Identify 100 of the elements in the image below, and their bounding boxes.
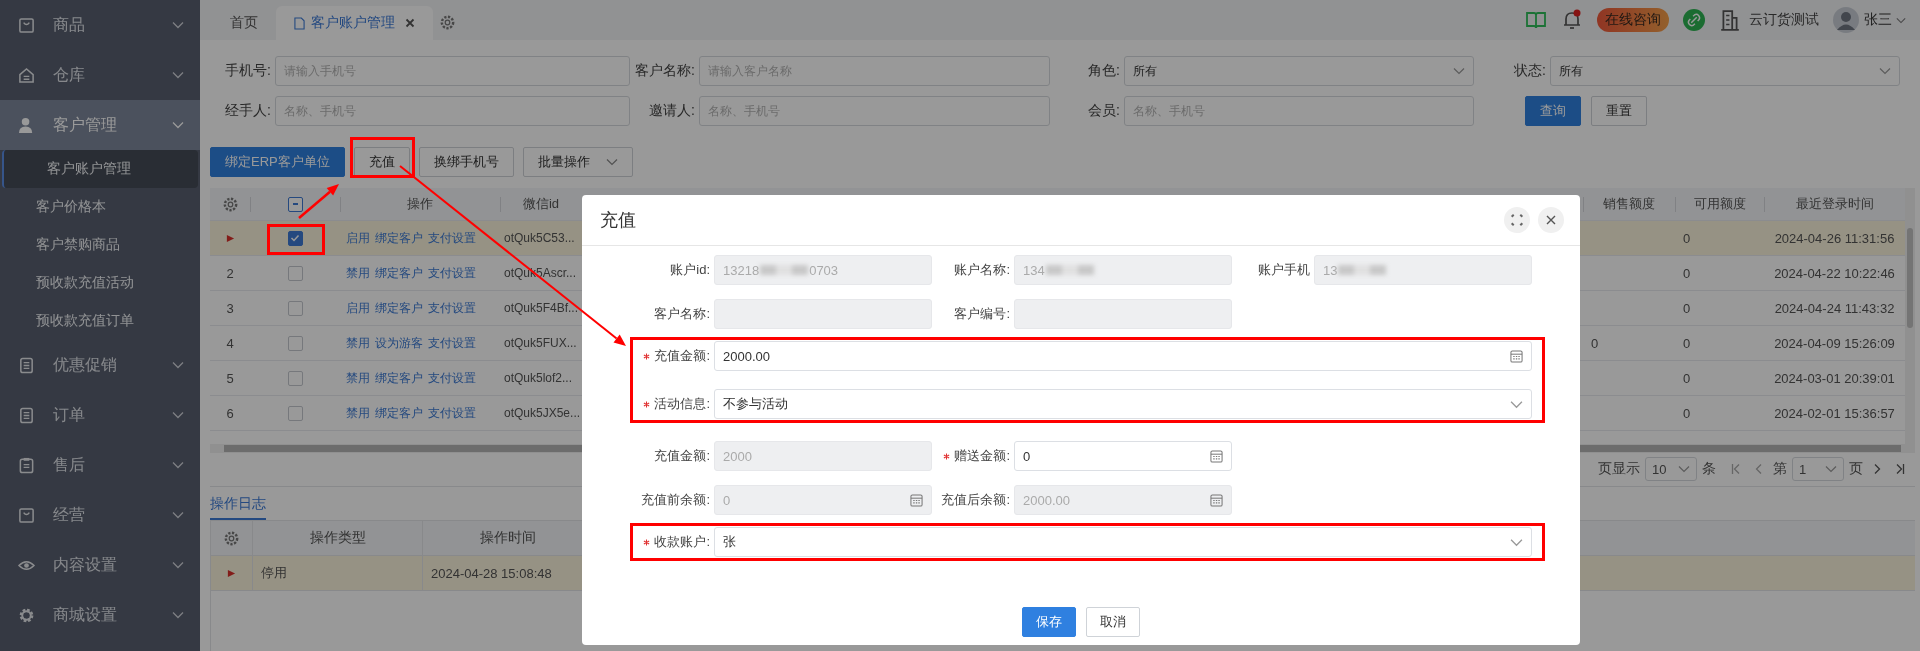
row-action-link[interactable]: 禁用 xyxy=(346,334,370,352)
sidebar-item[interactable]: 内容设置 xyxy=(0,540,200,590)
select-all-checkbox[interactable] xyxy=(287,196,303,212)
select-field[interactable]: 张 xyxy=(714,527,1532,557)
sidebar-label: 订单 xyxy=(53,404,86,425)
row-action-link[interactable]: 绑定客户 xyxy=(375,264,423,282)
avatar[interactable] xyxy=(1833,7,1859,33)
bag-icon xyxy=(18,506,35,524)
row-action-link[interactable]: 启用 xyxy=(346,299,370,317)
column-header[interactable]: 操作 xyxy=(407,195,433,213)
select-field[interactable]: 不参与活动 xyxy=(714,389,1532,419)
dialog-button[interactable]: 保存 xyxy=(1022,607,1076,637)
chevron-icon xyxy=(1510,536,1523,549)
caret-icon[interactable] xyxy=(1896,16,1906,24)
toolbar-button[interactable]: 换绑手机号 xyxy=(418,147,514,177)
row-action-link[interactable]: 禁用 xyxy=(346,369,370,387)
row-checkbox[interactable] xyxy=(287,230,303,246)
row-checkbox[interactable] xyxy=(287,265,303,281)
filter-button[interactable]: 重置 xyxy=(1591,96,1647,126)
input-field[interactable]: 2000.00 xyxy=(714,341,1532,371)
settings-icon[interactable] xyxy=(221,195,239,213)
page-select[interactable]: 1 xyxy=(1792,457,1844,481)
column-header[interactable]: 销售额度 xyxy=(1603,195,1655,213)
page-size-select[interactable]: 10 xyxy=(1645,457,1697,481)
table-cell: 2024-03-01 20:39:01 xyxy=(1774,370,1895,386)
table-cell: otQuk5F4Bf... xyxy=(504,301,579,315)
table-cell: 2024-04-24 11:43:32 xyxy=(1774,300,1895,316)
table-cell: 0 xyxy=(1683,370,1691,386)
row-action-link[interactable]: 设为游客 xyxy=(375,334,423,352)
row-checkbox[interactable] xyxy=(287,405,303,421)
row-action-link[interactable]: 绑定客户 xyxy=(375,229,423,247)
dialog-button[interactable]: 取消 xyxy=(1086,607,1140,637)
sidebar-item[interactable]: 订单 xyxy=(0,390,200,440)
table-cell: 0 xyxy=(1683,405,1691,421)
sidebar-item[interactable]: 客户管理 xyxy=(0,100,200,150)
consult-button[interactable]: 在线咨询 xyxy=(1597,8,1669,32)
redaction-blur xyxy=(760,265,809,275)
sidebar-item[interactable]: 仓库 xyxy=(0,50,200,100)
filter-select[interactable]: 所有 xyxy=(1124,56,1474,86)
next-page-icon[interactable] xyxy=(1872,463,1882,475)
column-header[interactable]: 操作类型 xyxy=(309,529,366,547)
clipboard-icon xyxy=(18,456,35,474)
row-action-link[interactable]: 绑定客户 xyxy=(375,404,423,422)
row-checkbox[interactable] xyxy=(287,335,303,351)
filter-label: 客户名称: xyxy=(634,61,696,80)
row-number: 6 xyxy=(226,405,234,421)
bell-icon[interactable] xyxy=(1561,9,1583,31)
row-action-link[interactable]: 绑定客户 xyxy=(375,299,423,317)
sidebar-subitem[interactable]: 预收款充值活动 xyxy=(0,264,200,302)
row-action-link[interactable]: 支付设置 xyxy=(428,369,476,387)
vertical-scrollbar[interactable] xyxy=(1905,188,1915,444)
sidebar-item[interactable]: 商品 xyxy=(0,0,200,50)
link-icon[interactable] xyxy=(1683,9,1705,31)
sidebar-subitem[interactable]: 客户账户管理 xyxy=(2,150,198,188)
filter-label: 状态: xyxy=(1513,61,1547,80)
fullscreen-button[interactable] xyxy=(1504,207,1530,233)
sidebar-item[interactable]: 售后 xyxy=(0,440,200,490)
sidebar-subitem[interactable]: 客户禁购商品 xyxy=(0,226,200,264)
filter-button[interactable]: 查询 xyxy=(1525,96,1581,126)
row-action-link[interactable]: 支付设置 xyxy=(428,334,476,352)
close-button[interactable] xyxy=(1538,207,1564,233)
column-header[interactable]: 微信id xyxy=(522,195,560,213)
toolbar-button[interactable]: 充值 xyxy=(353,147,410,177)
row-checkbox[interactable] xyxy=(287,300,303,316)
sidebar-item[interactable]: 经营 xyxy=(0,490,200,540)
column-header[interactable]: 最近登录时间 xyxy=(1795,195,1874,213)
column-header[interactable]: 可用额度 xyxy=(1693,195,1746,213)
sidebar-item[interactable]: 优惠促销 xyxy=(0,340,200,390)
row-action-link[interactable]: 支付设置 xyxy=(428,229,476,247)
sidebar-label: 售后 xyxy=(53,454,86,475)
row-action-link[interactable]: 绑定客户 xyxy=(375,369,423,387)
sidebar-item[interactable]: 商城设置 xyxy=(0,590,200,640)
row-action-link[interactable]: 支付设置 xyxy=(428,264,476,282)
toolbar-button[interactable]: 绑定ERP客户单位 xyxy=(210,147,345,177)
previous-page-icon[interactable] xyxy=(1754,463,1764,475)
redaction-blur xyxy=(1045,265,1094,275)
close-icon[interactable] xyxy=(405,18,415,28)
user-name[interactable]: 张三 xyxy=(1864,11,1892,29)
input-field[interactable]: 0 xyxy=(1014,441,1232,471)
toolbar-button[interactable]: 批量操作 xyxy=(522,147,633,177)
sidebar-subitem[interactable]: 客户价格本 xyxy=(0,188,200,226)
filter-select[interactable]: 所有 xyxy=(1550,56,1900,86)
page-tab[interactable]: 首页 xyxy=(212,6,276,40)
calculator-icon[interactable] xyxy=(1510,350,1523,363)
column-header[interactable]: 操作时间 xyxy=(479,529,536,547)
first-page-icon[interactable] xyxy=(1731,463,1741,475)
row-action-link[interactable]: 禁用 xyxy=(346,404,370,422)
settings-icon[interactable] xyxy=(223,529,240,547)
page-tab[interactable]: 客户账户管理 xyxy=(276,6,433,40)
table-cell: otQuk5C53... xyxy=(504,231,575,245)
row-action-link[interactable]: 支付设置 xyxy=(428,404,476,422)
settings-icon[interactable] xyxy=(439,14,456,31)
calculator-icon[interactable] xyxy=(1210,450,1223,463)
row-action-link[interactable]: 启用 xyxy=(346,229,370,247)
row-action-link[interactable]: 禁用 xyxy=(346,264,370,282)
sidebar-subitem[interactable]: 预收款充值订单 xyxy=(0,302,200,340)
row-action-link[interactable]: 支付设置 xyxy=(428,299,476,317)
last-page-icon[interactable] xyxy=(1895,463,1905,475)
row-checkbox[interactable] xyxy=(287,370,303,386)
book-icon[interactable] xyxy=(1525,9,1547,31)
